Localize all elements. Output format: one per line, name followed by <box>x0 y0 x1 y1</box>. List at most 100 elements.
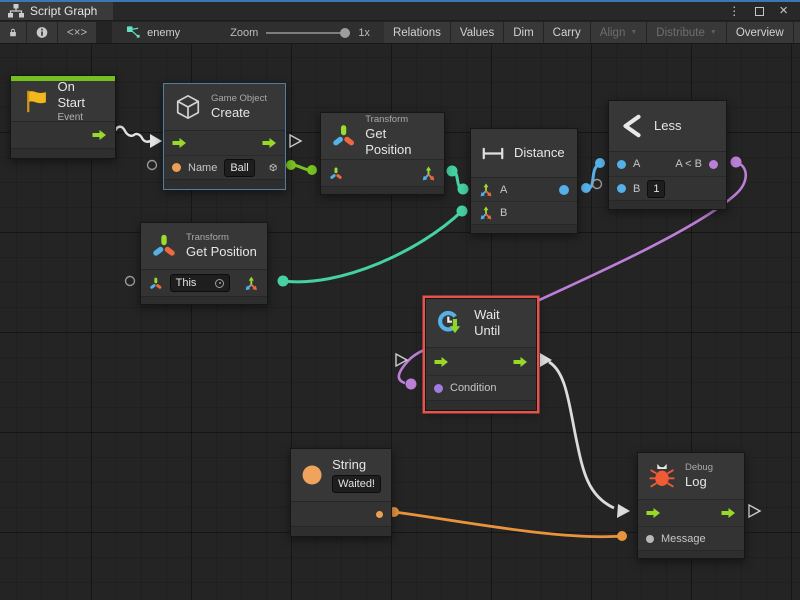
breadcrumb[interactable]: enemy <box>126 25 180 40</box>
game-object-output-port[interactable] <box>269 160 277 175</box>
window-menu-icon[interactable]: ⋮ <box>728 4 740 18</box>
node-less[interactable]: Less A A < B B 1 <box>608 100 727 210</box>
graph-canvas[interactable]: On Start Event Game Object <box>0 44 800 600</box>
unconnected-flow-port-create-exit[interactable] <box>290 135 301 147</box>
node-debug-log[interactable]: Debug Log Message <box>637 452 745 559</box>
transform-input-port[interactable] <box>149 277 163 290</box>
node-on-start-event[interactable]: On Start Event <box>10 75 116 159</box>
node-game-object-create[interactable]: Game Object Create Name Ball <box>163 83 286 190</box>
lock-button[interactable] <box>0 22 26 43</box>
window-controls: ⋮ × <box>728 2 800 20</box>
full-screen-button[interactable]: Full Screen <box>794 22 800 43</box>
vector3-output-port[interactable] <box>421 166 436 181</box>
inspect-button[interactable] <box>27 22 57 43</box>
flag-icon <box>21 88 48 114</box>
string-value-field[interactable]: Waited! <box>332 475 381 493</box>
object-picker-icon[interactable] <box>215 279 224 288</box>
zoom-slider[interactable] <box>266 32 350 34</box>
overview-button[interactable]: Overview <box>727 22 793 43</box>
distance-icon <box>481 146 505 161</box>
wire-arrowhead <box>617 504 630 518</box>
wait-timer-icon <box>436 308 465 339</box>
port-label: B <box>633 183 640 195</box>
carry-button[interactable]: Carry <box>544 22 590 43</box>
close-icon[interactable]: × <box>779 6 788 16</box>
node-category: Transform <box>186 232 257 244</box>
wire-start-triangle <box>540 353 552 367</box>
result-output-port[interactable] <box>559 185 569 195</box>
node-title: Wait Until <box>474 307 526 339</box>
wire-on-start-to-create[interactable] <box>114 127 152 142</box>
flow-input-port[interactable] <box>172 137 187 149</box>
info-icon <box>36 26 48 39</box>
zoom-slider-knob[interactable] <box>340 28 350 38</box>
flow-input-port[interactable] <box>646 507 661 519</box>
port-label: Condition <box>450 382 496 394</box>
unconnected-value-port-less-b[interactable] <box>593 180 602 189</box>
node-string-literal[interactable]: String Waited! <box>290 448 392 537</box>
node-title: On Start <box>57 79 105 111</box>
tab-title: Script Graph <box>30 4 97 18</box>
less-than-icon <box>619 113 645 139</box>
node-subtitle: Event <box>57 111 105 124</box>
node-wait-until[interactable]: Wait Until Condition <box>425 298 537 411</box>
output-label: A < B <box>675 158 702 170</box>
relations-button[interactable]: Relations <box>384 22 450 43</box>
dim-button[interactable]: Dim <box>504 22 542 43</box>
node-get-position-top[interactable]: Transform Get Position <box>320 112 445 195</box>
align-button[interactable]: Align ▼ <box>591 22 647 43</box>
flow-output-port[interactable] <box>262 137 277 149</box>
cube-icon <box>174 93 202 121</box>
node-get-position-bottom[interactable]: Transform Get Position This <box>140 222 268 305</box>
vector3-input-port-a[interactable] <box>479 183 493 197</box>
condition-input-port[interactable] <box>434 384 443 393</box>
wire-string-to-log-message[interactable] <box>394 512 622 537</box>
vector3-output-port[interactable] <box>244 276 259 291</box>
this-target-field[interactable]: This <box>170 274 231 292</box>
input-port-a[interactable] <box>617 160 626 169</box>
tab-bar: Script Graph ⋮ × <box>0 2 800 21</box>
vector3-input-port-b[interactable] <box>479 206 493 220</box>
tab-script-graph[interactable]: Script Graph <box>0 2 113 20</box>
distribute-button[interactable]: Distribute ▼ <box>647 22 726 43</box>
result-output-port[interactable] <box>709 160 718 169</box>
code-preview-button[interactable]: <×> <box>58 22 96 43</box>
maximize-icon[interactable] <box>755 7 764 16</box>
node-distance[interactable]: Distance A <box>470 128 578 234</box>
port-label: B <box>500 207 507 219</box>
wire-arrowhead <box>150 134 162 148</box>
name-value-field[interactable]: Ball <box>224 159 254 177</box>
node-footer <box>141 296 267 304</box>
b-value-field[interactable]: 1 <box>647 180 665 198</box>
node-title: Get Position <box>365 126 434 158</box>
wire-wait-until-to-log[interactable] <box>549 362 614 508</box>
toolbar-right-group: Relations Values Dim Carry Align ▼ Distr… <box>384 22 800 43</box>
breadcrumb-label: enemy <box>147 27 180 39</box>
flow-output-port[interactable] <box>513 356 528 368</box>
node-category: Game Object <box>211 93 267 105</box>
input-port-b[interactable] <box>617 184 626 193</box>
port-label: Name <box>188 162 217 174</box>
unconnected-flow-port-log-exit[interactable] <box>749 505 760 517</box>
zoom-value: 1x <box>358 27 370 39</box>
script-graph-asset-icon <box>126 25 141 40</box>
message-input-port[interactable] <box>646 535 654 543</box>
values-button[interactable]: Values <box>451 22 503 43</box>
node-title: Less <box>654 118 681 134</box>
unconnected-value-port-create-name[interactable] <box>148 161 157 170</box>
zoom-label: Zoom <box>230 27 258 39</box>
string-type-icon <box>301 461 323 489</box>
flow-input-port[interactable] <box>434 356 449 368</box>
node-footer <box>638 550 744 558</box>
name-input-port[interactable] <box>172 163 181 172</box>
transform-input-port[interactable] <box>329 167 343 180</box>
port-label: Message <box>661 533 706 545</box>
node-title: Get Position <box>186 244 257 260</box>
transform-icon <box>331 124 356 148</box>
wire-get-position-to-distance-b[interactable] <box>283 211 462 282</box>
string-output-port[interactable] <box>376 511 383 518</box>
flow-output-port[interactable] <box>92 129 107 141</box>
unconnected-value-port-get-position-this[interactable] <box>126 277 135 286</box>
node-footer <box>291 526 391 536</box>
flow-output-port[interactable] <box>721 507 736 519</box>
